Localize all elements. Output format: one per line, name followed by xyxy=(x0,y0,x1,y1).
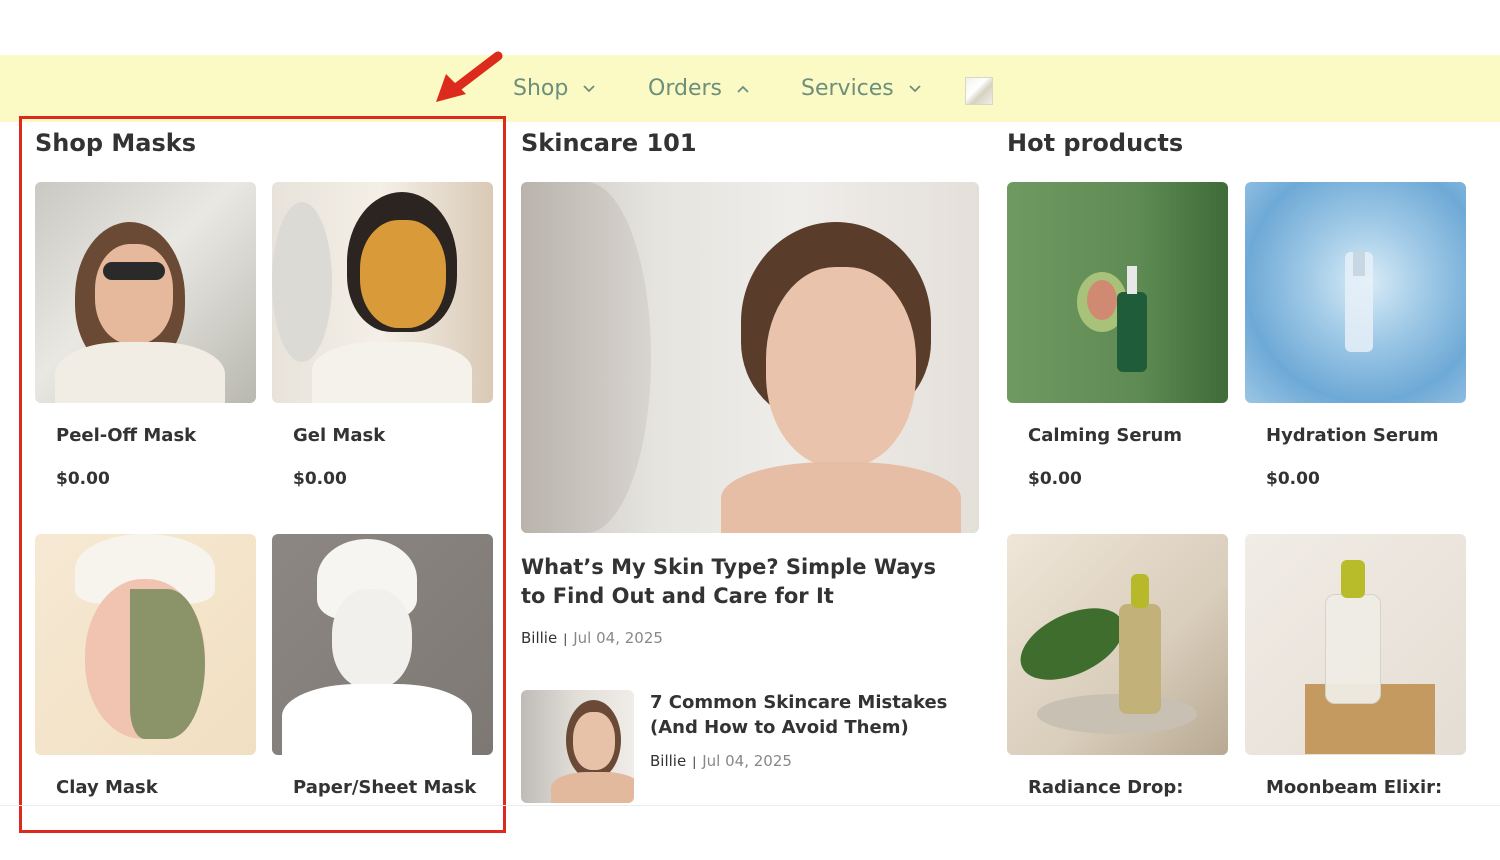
featured-post-image[interactable] xyxy=(521,182,979,533)
product-price: $0.00 xyxy=(1028,469,1082,489)
nav-item-services[interactable]: Services xyxy=(801,55,922,122)
nav-item-label: Shop xyxy=(513,76,569,101)
post-title[interactable]: 7 Common Skincare Mistakes (And How to A… xyxy=(650,690,960,740)
skincare-101-heading: Skincare 101 xyxy=(521,129,697,157)
product-image-gel-mask[interactable] xyxy=(272,182,493,403)
product-image-radiance-drop[interactable] xyxy=(1007,534,1228,755)
product-price: $0.00 xyxy=(293,469,347,489)
product-name[interactable]: Paper/Sheet Mask xyxy=(293,777,476,798)
product-image-calming-serum[interactable] xyxy=(1007,182,1228,403)
product-image-hydration-serum[interactable] xyxy=(1245,182,1466,403)
product-price: $0.00 xyxy=(56,469,110,489)
nav-item-shop[interactable]: Shop xyxy=(513,55,596,122)
product-name[interactable]: Clay Mask xyxy=(56,777,158,798)
product-price: $0.00 xyxy=(1266,469,1320,489)
product-name[interactable]: Moonbeam Elixir: xyxy=(1266,777,1442,798)
chevron-up-icon xyxy=(736,82,750,96)
divider xyxy=(0,805,1500,806)
nav-thumbnail-image[interactable] xyxy=(965,77,993,105)
nav-item-label: Orders xyxy=(648,76,722,101)
chevron-down-icon xyxy=(908,82,922,96)
post-date: Jul 04, 2025 xyxy=(702,752,792,770)
shop-masks-heading: Shop Masks xyxy=(35,129,197,157)
post-meta: Billie | Jul 04, 2025 xyxy=(650,752,792,770)
product-name[interactable]: Hydration Serum xyxy=(1266,425,1439,446)
featured-post-title[interactable]: What’s My Skin Type? Simple Ways to Find… xyxy=(521,553,961,611)
chevron-down-icon xyxy=(582,82,596,96)
nav-item-orders[interactable]: Orders xyxy=(648,55,750,122)
top-nav-bar: Shop Orders Services xyxy=(0,55,1500,122)
post-author[interactable]: Billie xyxy=(650,752,686,770)
annotation-arrow-icon xyxy=(436,51,503,102)
product-image-moonbeam-elixir[interactable] xyxy=(1245,534,1466,755)
post-date: Jul 04, 2025 xyxy=(573,629,663,647)
product-name[interactable]: Peel-Off Mask xyxy=(56,425,196,446)
product-image-peel-off-mask[interactable] xyxy=(35,182,256,403)
product-image-paper-sheet-mask[interactable] xyxy=(272,534,493,755)
post-author[interactable]: Billie xyxy=(521,629,557,647)
meta-separator: | xyxy=(692,755,697,769)
post-thumbnail-image[interactable] xyxy=(521,690,634,803)
hot-products-heading: Hot products xyxy=(1007,129,1184,157)
product-name[interactable]: Gel Mask xyxy=(293,425,385,446)
nav-item-label: Services xyxy=(801,76,894,101)
product-image-clay-mask[interactable] xyxy=(35,534,256,755)
featured-post-meta: Billie | Jul 04, 2025 xyxy=(521,629,663,647)
product-name[interactable]: Calming Serum xyxy=(1028,425,1182,446)
meta-separator: | xyxy=(563,632,568,646)
product-name[interactable]: Radiance Drop: xyxy=(1028,777,1183,798)
